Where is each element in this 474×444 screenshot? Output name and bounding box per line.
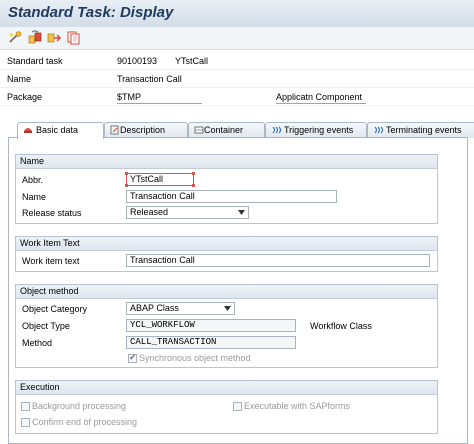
standard-task-abbr: YTstCall — [175, 56, 209, 66]
abbr-label: Abbr. — [22, 175, 44, 185]
work-item-text-field[interactable]: Transaction Call — [126, 254, 430, 267]
tab-container[interactable]: Container — [188, 122, 265, 138]
work-item-text-group: Work Item Text Work item text Transactio… — [15, 236, 438, 272]
name-value: Transaction Call — [117, 74, 182, 84]
standard-task-label: Standard task — [7, 56, 63, 66]
display-change-icon[interactable] — [28, 30, 43, 45]
tab-label: Triggering events — [284, 125, 354, 135]
sapforms-label: Executable with SAPforms — [244, 401, 351, 411]
package-label: Package — [7, 92, 43, 102]
method-field[interactable]: CALL_TRANSACTION — [126, 336, 296, 349]
app-component-label: Applicatn Component — [276, 92, 366, 104]
package-value: $TMP — [117, 92, 202, 104]
title-bar: Standard Task: Display — [0, 0, 474, 28]
tab-label: Basic data — [36, 125, 79, 135]
sapforms-checkbox[interactable] — [233, 402, 242, 411]
object-type-description: Workflow Class — [310, 321, 372, 331]
background-processing-checkbox[interactable] — [21, 402, 30, 411]
group-title: Name — [16, 155, 437, 169]
name-field[interactable]: Transaction Call — [126, 190, 337, 203]
event-icon — [374, 126, 383, 134]
tab-triggering-events[interactable]: Triggering events — [265, 122, 367, 138]
copy-icon[interactable] — [66, 30, 81, 45]
focus-corner — [125, 184, 128, 187]
object-category-value: ABAP Class — [130, 303, 179, 313]
confirm-end-label: Confirm end of processing — [32, 417, 138, 427]
release-status-dropdown[interactable]: Released — [126, 206, 249, 219]
work-item-text-value: Transaction Call — [130, 255, 195, 265]
other-object-icon[interactable] — [8, 30, 23, 45]
tab-label: Description — [120, 125, 166, 135]
tab-label: Container — [204, 125, 244, 135]
basic-data-icon — [24, 128, 32, 133]
tab-description[interactable]: Description — [104, 122, 188, 138]
synchronous-method-label: Synchronous object method — [139, 353, 251, 363]
container-icon — [194, 126, 204, 134]
method-label: Method — [22, 338, 53, 348]
chevron-down-icon — [238, 210, 245, 215]
group-title: Object method — [16, 285, 437, 299]
object-category-dropdown[interactable]: ABAP Class — [126, 302, 235, 315]
abbr-field[interactable]: YTstCall — [126, 173, 194, 186]
object-method-group: Object method Object Category ABAP Class… — [15, 284, 438, 368]
name-label: Name — [7, 74, 32, 84]
execution-group: Execution Background processing Executab… — [15, 380, 438, 434]
object-type-value: YCL_WORKFLOW — [130, 320, 195, 330]
basic-data-panel: Name Abbr. YTstCall Name Transaction Cal… — [8, 137, 468, 444]
release-status-value: Released — [130, 207, 169, 217]
focus-corner — [192, 184, 195, 187]
object-category-label: Object Category — [22, 304, 88, 314]
description-icon — [110, 125, 119, 135]
standard-task-number: 90100193 — [117, 56, 158, 66]
package-row: Package $TMP Applicatn Component — [0, 89, 474, 106]
window-title: Standard Task: Display — [8, 4, 174, 21]
abbr-value: YTstCall — [130, 174, 164, 184]
focus-corner — [125, 172, 128, 175]
name-label: Name — [22, 192, 47, 202]
tab-strip: Basic data Description Container Trigger… — [8, 122, 474, 139]
application-toolbar — [0, 27, 474, 50]
event-icon — [272, 126, 281, 134]
method-value: CALL_TRANSACTION — [130, 337, 217, 347]
confirm-end-checkbox[interactable] — [21, 418, 30, 427]
name-row: Name Transaction Call — [0, 71, 474, 88]
name-group: Name Abbr. YTstCall Name Transaction Cal… — [15, 154, 438, 224]
standard-task-row: Standard task 90100193 YTstCall — [0, 53, 474, 70]
group-title: Execution — [16, 381, 437, 395]
chevron-down-icon — [224, 306, 231, 311]
group-title: Work Item Text — [16, 237, 437, 251]
work-item-text-label: Work item text — [22, 256, 80, 266]
object-type-field[interactable]: YCL_WORKFLOW — [126, 319, 296, 332]
object-type-label: Object Type — [22, 321, 70, 331]
focus-corner — [192, 172, 195, 175]
tab-basic-data[interactable]: Basic data — [17, 122, 104, 139]
name-value: Transaction Call — [130, 191, 195, 201]
tab-label: Terminating events — [386, 125, 462, 135]
release-status-label: Release status — [22, 208, 82, 218]
tab-terminating-events[interactable]: Terminating events — [367, 122, 474, 138]
synchronous-method-checkbox[interactable] — [128, 352, 137, 363]
where-used-icon[interactable] — [47, 30, 62, 45]
background-processing-label: Background processing — [32, 401, 127, 411]
